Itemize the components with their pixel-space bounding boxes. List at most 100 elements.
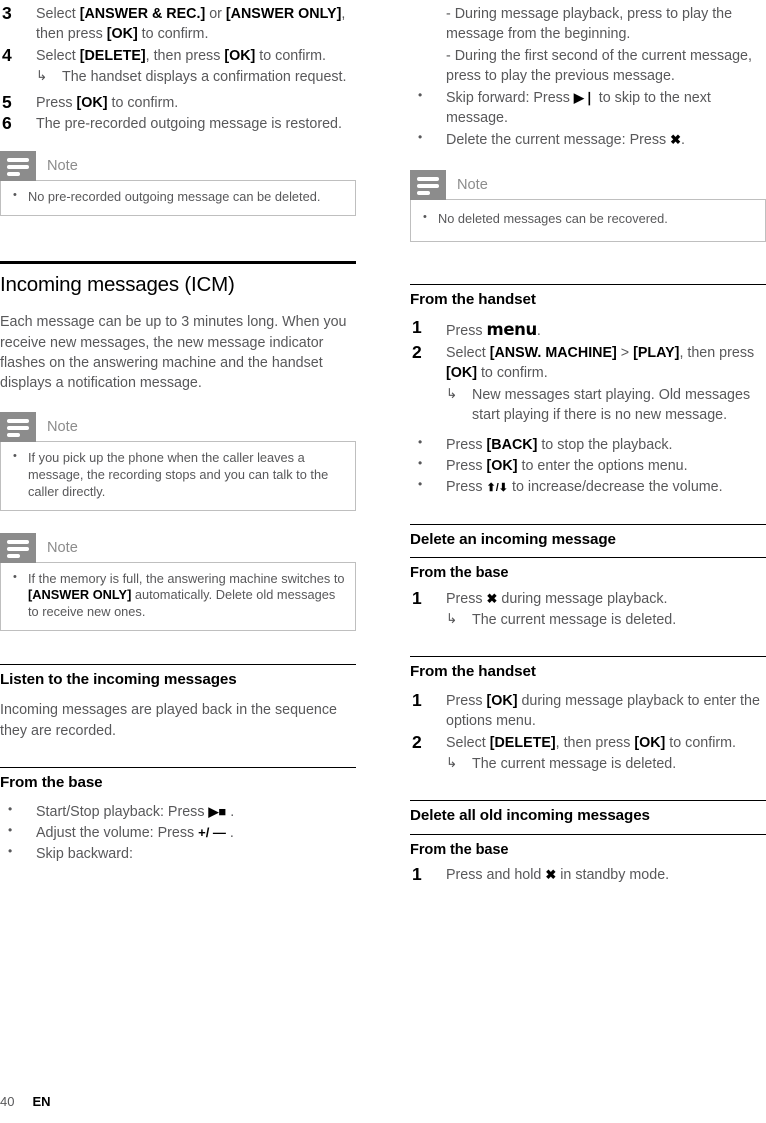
- note-box: Note No pre-recorded outgoing message ca…: [0, 150, 356, 216]
- step-item: 6 The pre-recorded outgoing message is r…: [0, 113, 356, 134]
- step-item: 3 Select [ANSWER & REC.] or [ANSWER ONLY…: [0, 3, 356, 45]
- section-heading: From the base: [410, 565, 509, 582]
- note-box: Note If you pick up the phone when the c…: [0, 411, 356, 511]
- step-item: 1 Press and hold ✖ in standby mode.: [410, 864, 766, 885]
- section-delete-one: Delete an incoming message: [410, 523, 766, 549]
- delete-x-icon: ✖: [670, 131, 681, 147]
- note-body: No pre-recorded outgoing message can be …: [0, 179, 356, 216]
- list-item: Press ⬆/⬇ to increase/decrease the volum…: [410, 476, 766, 497]
- handset-steps: 1 Press menu. 2 Select [ANSW. MACHINE] >…: [410, 317, 766, 426]
- section-from-base: From the base: [0, 767, 356, 792]
- note-header: Note: [0, 411, 356, 442]
- note-icon: [0, 532, 36, 563]
- step-result-text: New messages start playing. Old messages…: [472, 386, 751, 424]
- note-item: If you pick up the phone when the caller…: [11, 449, 345, 501]
- left-column: 3 Select [ANSWER & REC.] or [ANSWER ONLY…: [0, 0, 356, 866]
- section-heading: Delete all old incoming messages: [410, 807, 650, 825]
- note-body: No deleted messages can be recovered.: [410, 199, 766, 242]
- step-number: 6: [2, 113, 12, 134]
- note-title: Note: [47, 157, 78, 174]
- step-number: 1: [412, 587, 422, 608]
- step-result-text: The current message is deleted.: [472, 612, 677, 629]
- language-code: EN: [32, 1094, 51, 1109]
- step-result-text: The handset displays a confirmation requ…: [62, 69, 347, 86]
- key-label: [OK]: [486, 692, 518, 709]
- key-label: [OK]: [106, 26, 138, 43]
- menu-key-label: menu: [486, 320, 538, 340]
- paragraph-listen: Incoming messages are played back in the…: [0, 702, 337, 739]
- step-text: Press [OK] to confirm.: [36, 94, 179, 111]
- note-title: Note: [47, 539, 78, 556]
- note-item: No deleted messages can be recovered.: [421, 210, 755, 228]
- skip-forward-icon: ▶❘: [573, 89, 595, 105]
- paragraph-icm: Each message can be up to 3 minutes long…: [0, 314, 347, 392]
- list-item: Delete the current message: Press ✖.: [410, 129, 766, 150]
- section-from-base: From the base: [410, 557, 766, 583]
- section-heading: From the handset: [410, 663, 536, 681]
- arrow-icon: ↳: [446, 611, 458, 627]
- continued-list: - During message playback, press to play…: [410, 4, 766, 150]
- step-text: The pre-recorded outgoing message is res…: [36, 116, 342, 133]
- step-text: Select [DELETE], then press [OK] to conf…: [36, 47, 327, 64]
- step-item: 1 Press menu.: [410, 317, 766, 342]
- step-text: Select [DELETE], then press [OK] to conf…: [446, 734, 737, 751]
- step-text: Select [ANSW. MACHINE] > [PLAY], then pr…: [446, 344, 755, 382]
- note-icon: [410, 170, 446, 201]
- step-item: 1 Press [OK] during message playback to …: [410, 690, 766, 732]
- step-text: Press and hold ✖ in standby mode.: [446, 867, 670, 884]
- step-number: 2: [412, 341, 422, 362]
- step-number: 3: [2, 3, 12, 23]
- delete-x-icon: ✖: [545, 867, 557, 883]
- step-item: 2 Select [DELETE], then press [OK] to co…: [410, 732, 766, 775]
- key-label: [OK]: [446, 365, 477, 382]
- arrow-icon: ↳: [446, 385, 458, 401]
- note-box: Note If the memory is full, the answerin…: [0, 532, 356, 632]
- step-text: Press menu.: [446, 320, 541, 340]
- list-item: Adjust the volume: Press +/ — .: [0, 822, 356, 843]
- section-heading: Listen to the incoming messages: [0, 671, 237, 689]
- step-item: 2 Select [ANSW. MACHINE] > [PLAY], then …: [410, 341, 766, 426]
- section-heading: Delete an incoming message: [410, 530, 616, 548]
- key-label: [ANSWER & REC.]: [79, 6, 206, 22]
- key-label: [OK]: [76, 94, 108, 111]
- page-footer: 40 EN: [0, 1094, 51, 1109]
- delete-handset-steps: 1 Press [OK] during message playback to …: [410, 690, 766, 775]
- list-item: Skip backward:: [0, 843, 356, 864]
- step-item: 1 Press ✖ during message playback. ↳ The…: [410, 587, 766, 631]
- heading-rule: [0, 260, 356, 264]
- list-item: Press [BACK] to stop the playback.: [410, 434, 766, 455]
- heading-rule: [410, 800, 766, 802]
- key-label: [ANSWER ONLY]: [28, 587, 132, 603]
- play-stop-icon: ▶■: [208, 803, 227, 819]
- heading-rule: [0, 767, 356, 769]
- step-text: Press ✖ during message playback.: [446, 590, 668, 607]
- note-title: Note: [457, 177, 488, 194]
- delete-x-icon: ✖: [486, 590, 498, 606]
- key-label: [DELETE]: [79, 47, 146, 64]
- heading-rule: [410, 833, 766, 835]
- note-body: If you pick up the phone when the caller…: [0, 440, 356, 511]
- step-item: 5 Press [OK] to confirm.: [0, 92, 356, 113]
- note-header: Note: [0, 150, 356, 181]
- step-number: 1: [412, 317, 422, 338]
- handset-bullets: Press [BACK] to stop the playback. Press…: [410, 434, 766, 498]
- volume-plus-minus-icon: +/ —: [198, 824, 226, 840]
- step-number: 4: [2, 44, 12, 65]
- list-item-dash: - During message playback, press to play…: [446, 6, 733, 43]
- step-result: ↳ The current message is deleted.: [446, 754, 766, 774]
- step-result: ↳ New messages start playing. Old messag…: [446, 385, 766, 426]
- heading-rule: [410, 557, 766, 559]
- section-from-handset: From the handset: [410, 656, 766, 681]
- base-bullets: Start/Stop playback: Press ▶■ . Adjust t…: [0, 800, 356, 865]
- list-item: Press [OK] to enter the options menu.: [410, 455, 766, 476]
- note-box: Note No deleted messages can be recovere…: [410, 170, 766, 242]
- note-header: Note: [410, 170, 766, 201]
- step-result-text: The current message is deleted.: [472, 756, 677, 772]
- note-header: Note: [0, 532, 356, 563]
- step-number: 1: [412, 864, 422, 885]
- section-from-base: From the base: [410, 833, 766, 860]
- key-label: [ANSWER ONLY]: [225, 6, 342, 22]
- arrow-icon: ↳: [446, 755, 458, 770]
- list-item: Skip forward: Press ▶❘ to skip to the ne…: [410, 87, 766, 129]
- note-item: If the memory is full, the answering mac…: [11, 570, 345, 622]
